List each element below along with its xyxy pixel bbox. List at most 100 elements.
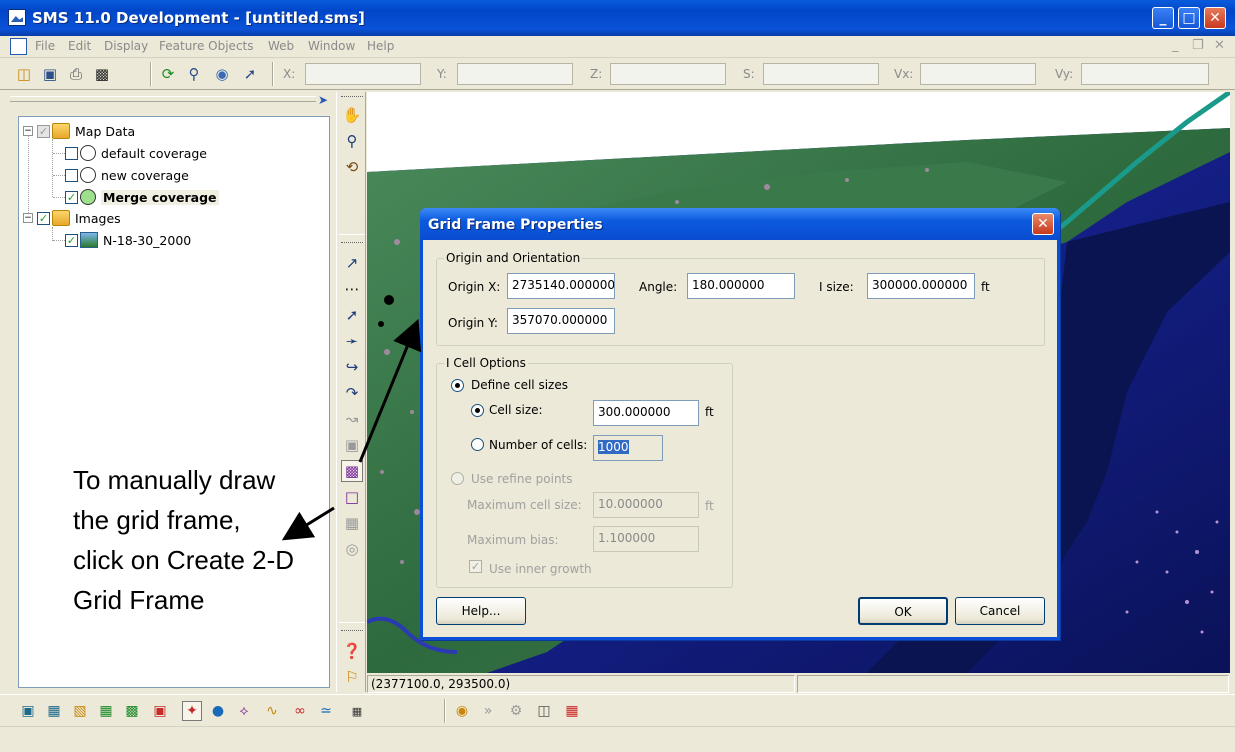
s-field[interactable] [763,63,879,85]
image-checkbox[interactable]: ✓ [65,233,78,247]
tree-node-default-coverage[interactable]: default coverage [65,143,207,163]
scatter-points-icon[interactable]: ▣ [150,701,170,721]
menu-edit[interactable]: Edit [68,39,91,53]
pan-hand-icon[interactable]: ✋ [341,104,363,126]
max-bias-field[interactable]: 1.100000 [593,526,699,552]
isize-field[interactable]: 300000.000000 [867,273,975,299]
maximize-button[interactable]: □ [1178,7,1200,29]
coverage-checkbox[interactable] [65,146,78,160]
globe-icon[interactable]: ● [208,701,228,721]
tree-node-new-coverage[interactable]: new coverage [65,165,189,185]
define-cell-sizes-label: Define cell sizes [471,378,568,392]
z-label: Z: [590,67,603,81]
folder-tools-icon[interactable]: ◫ [534,701,554,721]
display-options-icon[interactable]: ◉ [212,64,232,84]
tree-node-merge-coverage[interactable]: ✓ Merge coverage [65,187,219,207]
mdi-minimize-button[interactable]: _ [1172,38,1179,53]
select-arc-group-icon[interactable]: ▣ [341,434,363,456]
menu-display[interactable]: Display [104,39,148,53]
particle-icon[interactable]: ⟡ [234,701,254,721]
create-grid-frame-icon[interactable]: □ [341,486,363,508]
select-point-icon[interactable]: ↗ [341,252,363,274]
link-module-icon[interactable]: ∞ [290,701,310,721]
use-inner-growth-checkbox[interactable]: ✓ [469,560,482,573]
max-cell-size-field[interactable]: 10.000000 [593,492,699,518]
vx-field[interactable] [920,63,1036,85]
zoom-tool-icon[interactable]: ⚲ [341,130,363,152]
select-arc-icon[interactable]: ↪ [341,356,363,378]
menu-web[interactable]: Web [268,39,294,53]
help-tool-icon[interactable]: ❓ [341,640,363,662]
grid-module-2-icon[interactable]: ▩ [122,701,142,721]
create-arc-icon[interactable]: ↷ [341,382,363,404]
menu-window[interactable]: Window [308,39,355,53]
dialog-close-button[interactable]: ✕ [1032,213,1054,235]
document-icon[interactable] [10,38,27,55]
panel-grip[interactable] [10,96,316,102]
define-cell-sizes-radio[interactable] [451,379,464,392]
dialog-title-bar[interactable]: Grid Frame Properties ✕ [420,208,1060,240]
rotate-tool-icon[interactable]: ⟲ [341,156,363,178]
menu-help[interactable]: Help [367,39,394,53]
axes-icon[interactable]: ➚ [240,64,260,84]
refine-point-icon[interactable]: ◎ [341,538,363,560]
select-polygon-icon[interactable]: ↝ [341,408,363,430]
coverage-icon [80,189,96,205]
refresh-icon[interactable]: ⟳ [158,64,178,84]
cancel-button[interactable]: Cancel [955,597,1045,625]
delete-icon[interactable]: ▩ [92,64,112,84]
map-data-checkbox[interactable]: ✓ [37,124,50,138]
help-button[interactable]: Help... [436,597,526,625]
z-field[interactable] [610,63,726,85]
pin-icon[interactable]: ➤ [318,93,328,107]
x-field[interactable] [305,63,421,85]
grid-module-icon[interactable]: ▦ [96,701,116,721]
print-icon[interactable]: ⎙ [66,64,86,84]
scatter-module-icon[interactable]: ▦ [44,701,64,721]
zoom-icon[interactable]: ⚲ [184,64,204,84]
select-grid-frame-icon[interactable]: ▩ [341,460,363,482]
minimize-button[interactable]: _ [1152,7,1174,29]
cell-size-field[interactable]: 300.000000 [593,400,699,426]
coverage-checkbox[interactable] [65,168,78,182]
use-refine-points-radio[interactable] [451,472,464,485]
cell-size-radio[interactable] [471,404,484,417]
tree-node-images[interactable]: − ✓ Images [23,208,121,228]
plot-icon[interactable]: ▦ [562,701,582,721]
menu-feature-objects[interactable]: Feature Objects [159,39,254,53]
hint-icon[interactable]: ◉ [452,701,472,721]
y-field[interactable] [457,63,573,85]
chart-module-icon[interactable]: ∿ [262,701,282,721]
mdi-close-button[interactable]: ✕ [1214,38,1225,53]
terrain-module-icon[interactable]: ≃ [316,701,336,721]
vy-field[interactable] [1081,63,1209,85]
map-tool-icon[interactable]: ⚐ [341,666,363,688]
create-vertex-icon[interactable]: ➛ [341,330,363,352]
select-vertex-icon[interactable]: ➚ [341,304,363,326]
menu-file[interactable]: File [35,39,55,53]
origin-x-field[interactable]: 2735140.000000 [507,273,615,299]
mdi-restore-button[interactable]: ❐ [1192,38,1204,53]
mesh-module-icon[interactable]: ▣ [18,701,38,721]
save-icon[interactable]: ▣ [40,64,60,84]
tree-node-image[interactable]: ✓ N-18-30_2000 [65,230,191,250]
ok-button[interactable]: OK [858,597,948,625]
collapse-icon[interactable]: − [23,126,33,136]
tree-node-map-data[interactable]: − ✓ Map Data [23,121,135,141]
number-of-cells-field[interactable]: 1000 [593,435,663,461]
images-checkbox[interactable]: ✓ [37,211,50,225]
create-point-icon[interactable]: ⋯ [341,278,363,300]
forward-icon[interactable]: » [478,701,498,721]
collapse-icon[interactable]: − [23,213,33,223]
coverage-checkbox[interactable]: ✓ [65,190,78,204]
map-module-icon[interactable]: ✦ [182,701,202,721]
open-folder-icon[interactable]: ◫ [14,64,34,84]
angle-field[interactable]: 180.000000 [687,273,795,299]
dem-module-icon[interactable]: ▦ [344,701,370,721]
gear-tools-icon[interactable]: ⚙ [506,701,526,721]
grid-frame-edit-icon[interactable]: ▦ [341,512,363,534]
origin-y-field[interactable]: 357070.000000 [507,308,615,334]
close-button[interactable]: ✕ [1204,7,1226,29]
cartesian-module-icon[interactable]: ▧ [70,701,90,721]
number-of-cells-radio[interactable] [471,438,484,451]
